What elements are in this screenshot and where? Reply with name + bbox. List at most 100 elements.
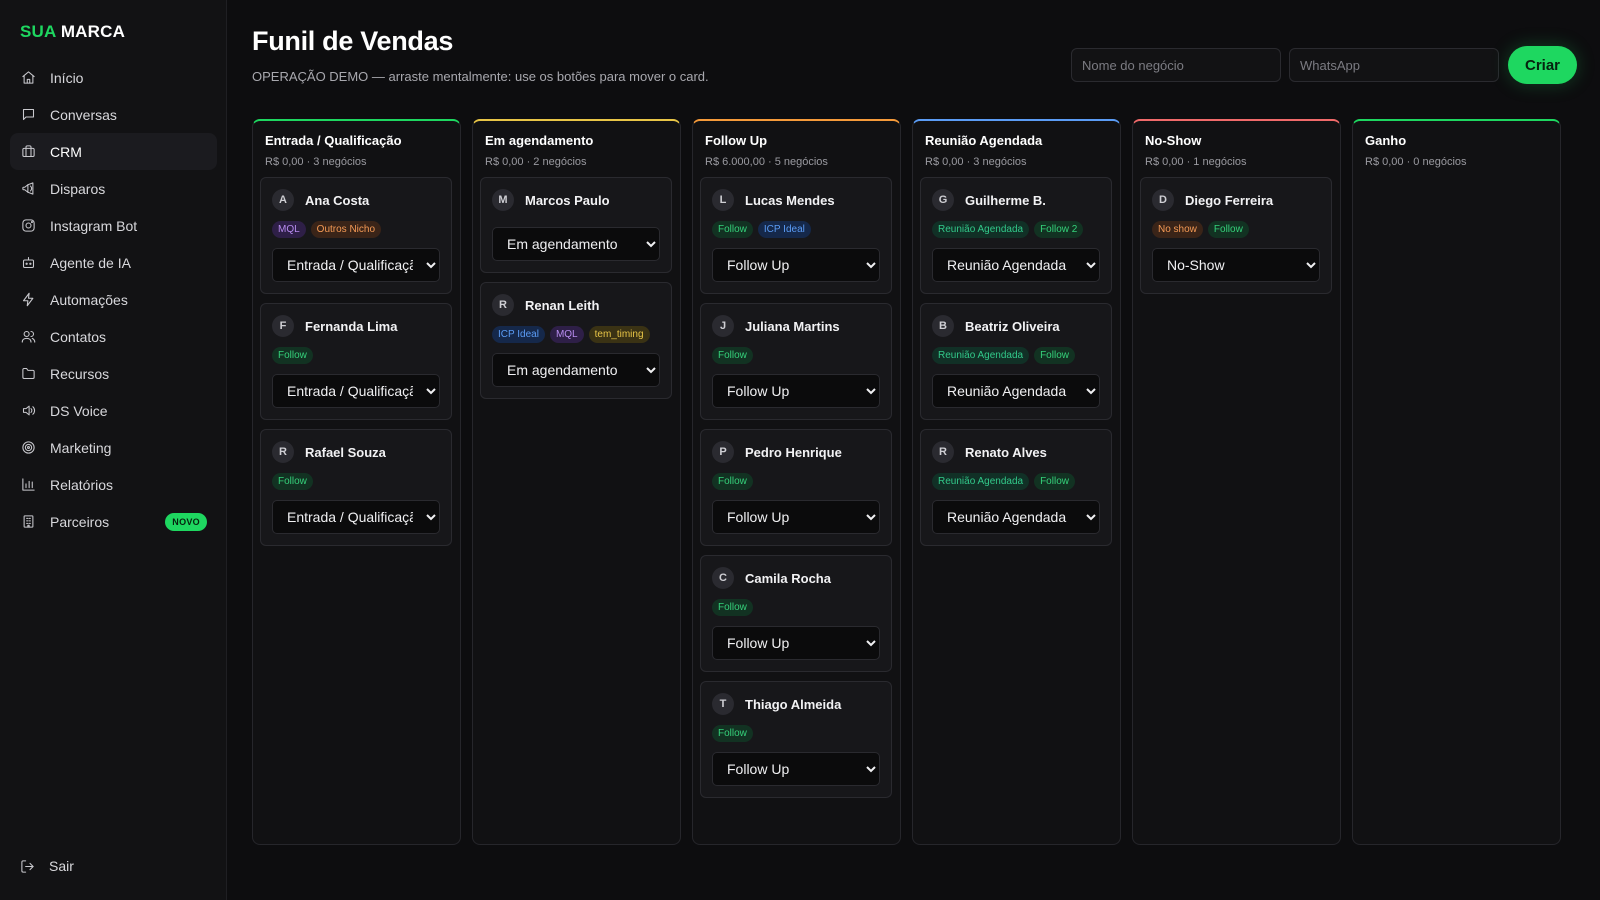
deal-card[interactable]: J Juliana Martins Follow Entrada / Qualific… bbox=[700, 303, 892, 420]
pipeline-column: Ganho R$ 0,00 · 0 negócios bbox=[1352, 119, 1561, 845]
logout-button[interactable]: Sair bbox=[20, 858, 74, 874]
create-button[interactable]: Criar bbox=[1508, 46, 1577, 84]
deal-name: Ana Costa bbox=[305, 192, 370, 208]
tag-badge: Follow bbox=[712, 599, 753, 616]
tag-badge: Follow 2 bbox=[1034, 221, 1084, 238]
stage-select[interactable]: Entrada / QualificaçãoEm agendamentoFoll… bbox=[712, 248, 880, 282]
card-header: R Rafael Souza bbox=[272, 441, 440, 463]
column-summary: R$ 0,00 · 3 negócios bbox=[265, 156, 367, 168]
sidebar-item-ds-voice[interactable]: DS Voice bbox=[10, 392, 217, 429]
tag-list: MQL Outros Nicho bbox=[272, 221, 440, 238]
deal-card[interactable]: A Ana Costa MQL Outros Nicho Entrada / Quali… bbox=[260, 177, 452, 294]
stage-select[interactable]: Entrada / QualificaçãoEm agendamentoFoll… bbox=[712, 626, 880, 660]
deal-card[interactable]: F Fernanda Lima Follow Entrada / Qualificaç… bbox=[260, 303, 452, 420]
sidebar-item-disparos[interactable]: Disparos bbox=[10, 170, 217, 207]
sidebar-item-marketing[interactable]: Marketing bbox=[10, 429, 217, 466]
deal-name: Fernanda Lima bbox=[305, 318, 398, 334]
sidebar-item-label: Parceiros bbox=[50, 513, 110, 530]
sidebar-item-instagram-bot[interactable]: Instagram Bot bbox=[10, 207, 217, 244]
tag-list: Reunião Agendada Follow bbox=[932, 473, 1100, 490]
deal-name: Renan Leith bbox=[525, 297, 600, 313]
deal-card[interactable]: D Diego Ferreira No showFollow Entrada / Qu… bbox=[1140, 177, 1332, 294]
logout-label: Sair bbox=[49, 858, 74, 874]
deal-card[interactable]: G Guilherme B. Reunião AgendadaFollow 2 Ent… bbox=[920, 177, 1112, 294]
deal-name-input[interactable] bbox=[1071, 48, 1281, 82]
deal-card[interactable]: R Rafael Souza Follow Entrada / Qualificaçã… bbox=[260, 429, 452, 546]
stage-select[interactable]: Entrada / QualificaçãoEm agendamentoFoll… bbox=[492, 353, 660, 387]
tag-list: Reunião Agendada Follow bbox=[932, 347, 1100, 364]
card-list: GGuilherme B.Reunião AgendadaFollow 2Ent… bbox=[920, 177, 1113, 546]
target-icon bbox=[20, 440, 36, 456]
deal-card[interactable]: C Camila Rocha Follow Entrada / Qualificaçã… bbox=[700, 555, 892, 672]
page-subtitle: OPERAÇÃO DEMO — arraste mentalmente: use… bbox=[252, 69, 709, 84]
whatsapp-input[interactable] bbox=[1289, 48, 1499, 82]
column-title: No-Show bbox=[1145, 133, 1202, 148]
avatar: C bbox=[712, 567, 734, 589]
stage-select[interactable]: Entrada / QualificaçãoEm agendamentoFoll… bbox=[272, 248, 440, 282]
instagram-icon bbox=[20, 218, 36, 234]
sidebar-item-parceiros[interactable]: Parceiros NOVO bbox=[10, 503, 217, 540]
users-icon bbox=[20, 329, 36, 345]
column-title: Em agendamento bbox=[485, 133, 594, 148]
tag-list: Reunião Agendada Follow 2 bbox=[932, 221, 1100, 238]
card-header: F Fernanda Lima bbox=[272, 315, 440, 337]
sidebar-item-inicio[interactable]: Início bbox=[10, 59, 217, 96]
tag-badge: Reunião Agendada bbox=[932, 473, 1030, 490]
stage-select[interactable]: Entrada / QualificaçãoEm agendamentoFoll… bbox=[712, 752, 880, 786]
sidebar: SUA MARCA Início Conversas CRM Disparos Inst… bbox=[0, 0, 227, 900]
tag-badge: MQL bbox=[549, 326, 584, 343]
sidebar-item-contatos[interactable]: Contatos bbox=[10, 318, 217, 355]
deal-name: Juliana Martins bbox=[745, 318, 840, 334]
stage-select[interactable]: Entrada / QualificaçãoEm agendamentoFoll… bbox=[932, 248, 1100, 282]
card-header: A Ana Costa bbox=[272, 189, 440, 211]
deal-card[interactable]: P Pedro Henrique Follow Entrada / Qualifica… bbox=[700, 429, 892, 546]
deal-card[interactable]: T Thiago Almeida Follow Entrada / Qualifica… bbox=[700, 681, 892, 798]
stage-select[interactable]: Entrada / QualificaçãoEm agendamentoFoll… bbox=[932, 374, 1100, 408]
avatar: J bbox=[712, 315, 734, 337]
card-header: R Renan Leith bbox=[492, 294, 660, 316]
card-list: LLucas Mendes Follow ICP Ideal Entrada / Qu… bbox=[700, 177, 893, 798]
sidebar-item-relatorios[interactable]: Relatórios bbox=[10, 466, 217, 503]
stage-select[interactable]: Entrada / QualificaçãoEm agendamentoFoll… bbox=[492, 227, 660, 261]
sidebar-item-crm[interactable]: CRM bbox=[10, 133, 217, 170]
sidebar-item-label: DS Voice bbox=[50, 402, 108, 419]
card-header: G Guilherme B. bbox=[932, 189, 1100, 211]
tag-list: No show Follow bbox=[1152, 221, 1320, 238]
sidebar-item-label: Contatos bbox=[50, 328, 107, 345]
deal-name: Rafael Souza bbox=[305, 444, 386, 460]
folder-icon bbox=[20, 366, 36, 382]
avatar: D bbox=[1152, 189, 1174, 211]
sidebar-item-recursos[interactable]: Recursos bbox=[10, 355, 217, 392]
deal-name: Guilherme B. bbox=[965, 192, 1046, 208]
tag-badge: tem_timing bbox=[588, 326, 650, 343]
deal-card[interactable]: R Renan Leith ICP IdealMQLtem_timing Entrad… bbox=[480, 282, 672, 399]
deal-card[interactable]: B Beatriz Oliveira Reunião AgendadaFollow E… bbox=[920, 303, 1112, 420]
sidebar-item-automacoes[interactable]: Automações bbox=[10, 281, 217, 318]
deal-card[interactable]: L Lucas Mendes FollowICP Ideal Entrada / Qu… bbox=[700, 177, 892, 294]
sidebar-item-label: Automações bbox=[50, 291, 128, 308]
stage-select[interactable]: Entrada / QualificaçãoEm agendamentoFoll… bbox=[272, 500, 440, 534]
tag-badge: Follow bbox=[1034, 347, 1075, 364]
building-icon bbox=[20, 514, 36, 530]
deal-card[interactable]: R Renato Alves Reunião AgendadaFollow Entra… bbox=[920, 429, 1112, 546]
tag-badge: Follow bbox=[272, 473, 313, 490]
stage-select[interactable]: Entrada / QualificaçãoEm agendamentoFoll… bbox=[272, 374, 440, 408]
deal-name: Lucas Mendes bbox=[745, 192, 835, 208]
sidebar-item-agente-de-ia[interactable]: Agente de IA bbox=[10, 244, 217, 281]
sidebar-item-label: Disparos bbox=[50, 180, 106, 197]
column-summary: R$ 0,00 · 1 negócios bbox=[1145, 156, 1247, 168]
column-title: Follow Up bbox=[705, 133, 768, 148]
sidebar-item-conversas[interactable]: Conversas bbox=[10, 96, 217, 133]
card-list: D Diego Ferreira No showFollow Entrada / Qu… bbox=[1140, 177, 1333, 294]
deal-card[interactable]: M Marcos Paulo Entrada / QualificaçãoEm ag… bbox=[480, 177, 672, 273]
stage-select[interactable]: Entrada / QualificaçãoEm agendamentoFoll… bbox=[932, 500, 1100, 534]
create-deal-form: Criar bbox=[1071, 46, 1577, 84]
stage-select[interactable]: Entrada / QualificaçãoEm agendamentoFoll… bbox=[712, 500, 880, 534]
stage-select[interactable]: Entrada / QualificaçãoEm agendamentoFoll… bbox=[712, 374, 880, 408]
tag-badge: ICP Ideal bbox=[757, 221, 811, 238]
column-summary: R$ 0,00 · 0 negócios bbox=[1365, 156, 1467, 168]
card-list: A Ana Costa MQL Outros Nicho Entrada / Quali… bbox=[260, 177, 453, 546]
sidebar-item-label: CRM bbox=[50, 143, 82, 160]
card-header: L Lucas Mendes bbox=[712, 189, 880, 211]
stage-select[interactable]: Entrada / QualificaçãoEm agendamentoFoll… bbox=[1152, 248, 1320, 282]
